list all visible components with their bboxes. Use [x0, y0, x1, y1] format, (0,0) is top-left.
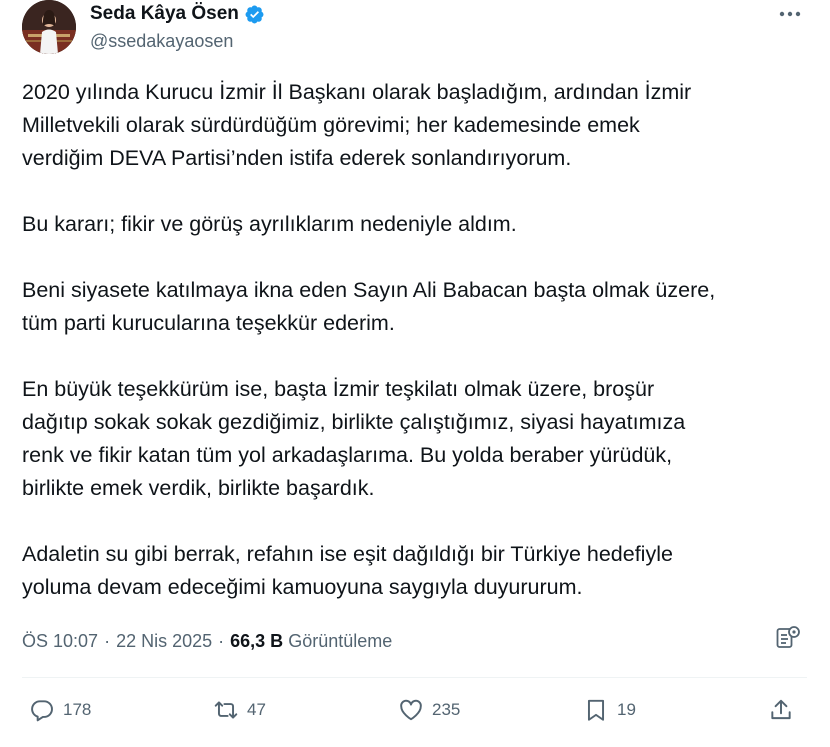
tweet-date[interactable]: 22 Nis 2025: [116, 631, 212, 652]
author-handle[interactable]: @ssedakayaosen: [90, 31, 233, 52]
tweet-time[interactable]: ÖS 10:07: [22, 631, 98, 652]
repost-icon: [214, 701, 238, 719]
bookmark-icon: [587, 699, 605, 721]
share-button[interactable]: [768, 694, 794, 726]
tweet-text: 2020 yılında Kurucu İzmir İl Başkanı ola…: [22, 76, 807, 604]
more-horizontal-icon: [779, 11, 801, 17]
tweet-paragraph: En büyük teşekkürüm ise, başta İzmir teş…: [22, 377, 686, 500]
avatar[interactable]: [22, 0, 76, 54]
tweet-meta: ÖS 10:07 · 22 Nis 2025 · 66,3 B Görüntül…: [22, 627, 392, 655]
verified-badge-icon: [245, 5, 264, 23]
repost-button[interactable]: 47: [213, 694, 266, 726]
tweet: Seda Kâya Ösen @ssedakayaosen 2020 yılın…: [0, 0, 830, 747]
analytics-icon: [776, 626, 800, 648]
analytics-button[interactable]: [774, 624, 802, 652]
reply-icon: [31, 700, 53, 722]
author-name[interactable]: Seda Kâya Ösen: [90, 3, 265, 25]
repost-count: 47: [247, 700, 266, 719]
divider: [22, 677, 807, 678]
like-button[interactable]: 235: [398, 694, 460, 726]
tweet-paragraph: Bu kararı; fikir ve görüş ayrılıklarım n…: [22, 212, 517, 236]
share-icon: [771, 699, 791, 720]
author-name-text[interactable]: Seda Kâya Ösen: [90, 3, 239, 25]
tweet-paragraph: 2020 yılında Kurucu İzmir İl Başkanı ola…: [22, 80, 692, 170]
bookmark-count: 19: [617, 700, 636, 719]
reply-button[interactable]: 178: [29, 694, 91, 726]
tweet-paragraph: Adaletin su gibi berrak, refahın ise eşi…: [22, 542, 673, 599]
like-count: 235: [432, 700, 461, 719]
views-count: 66,3 B: [230, 630, 284, 651]
meta-separator: ·: [104, 630, 111, 651]
tweet-paragraph: Beni siyasete katılmaya ikna eden Sayın …: [22, 278, 716, 335]
bookmark-button[interactable]: 19: [583, 694, 636, 726]
reply-count: 178: [63, 700, 92, 719]
heart-icon: [400, 699, 422, 721]
more-button[interactable]: [776, 2, 804, 26]
views-label: Görüntüleme: [288, 630, 393, 651]
meta-separator: ·: [218, 630, 225, 651]
avatar-image: [22, 0, 76, 54]
